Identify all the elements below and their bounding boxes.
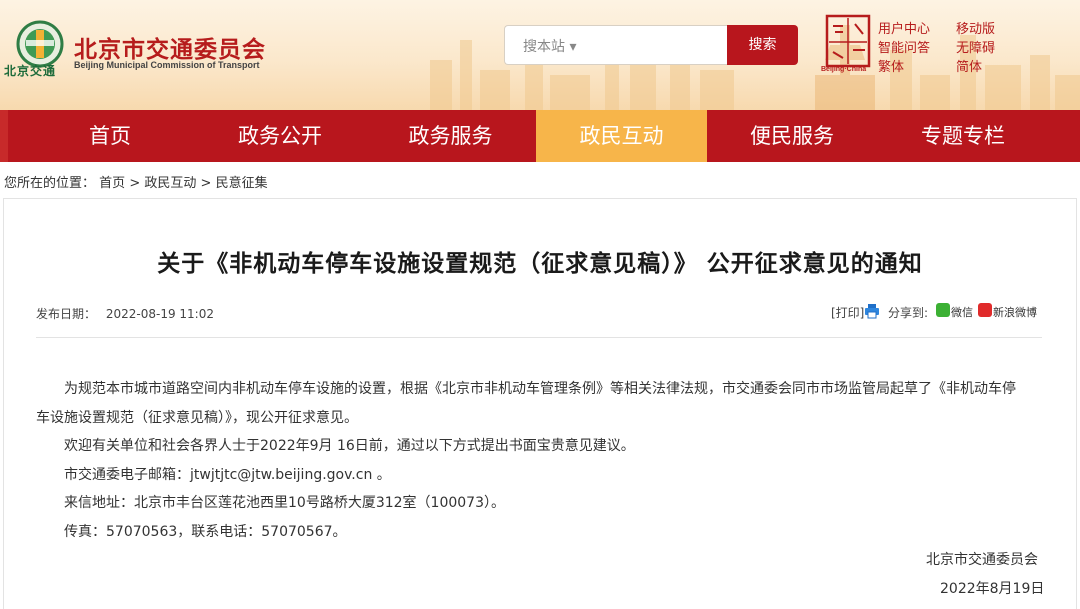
- publish-date-label: 发布日期：: [36, 307, 97, 321]
- paragraph-invitation: 欢迎有关单位和社会各界人士于2022年9月 16日前，通过以下方式提出书面宝贵意…: [64, 438, 635, 454]
- publish-date: 发布日期： 2022-08-19 11:02: [36, 305, 214, 322]
- site-title[interactable]: 北京市交通委员会: [74, 30, 266, 64]
- nav-item-home[interactable]: 首页: [25, 110, 195, 162]
- search-input[interactable]: 搜本站 ▾: [504, 25, 728, 65]
- nav-item-public-interaction[interactable]: 政民互动: [536, 110, 707, 162]
- paragraph-email: 市交通委电子邮箱：jtwjtjtc@jtw.beijing.gov.cn 。: [64, 467, 391, 483]
- breadcrumb-separator: >: [200, 176, 212, 191]
- smart-qa-link[interactable]: 智能问答: [878, 37, 930, 56]
- nav-item-gov-affairs-open[interactable]: 政务公开: [195, 110, 365, 162]
- share-wechat-link[interactable]: 微信: [951, 304, 973, 320]
- share-weibo-link[interactable]: 新浪微博: [993, 304, 1037, 320]
- capital-logo-caption: Beijing·China: [821, 66, 867, 73]
- paragraph-fax-phone: 传真：57070563，联系电话：57070567。: [64, 524, 347, 540]
- article-title: 关于《非机动车停车设施设置规范（征求意见稿）》 公开征求意见的通知: [157, 251, 923, 277]
- publish-date-value: 2022-08-19 11:02: [105, 307, 214, 321]
- nav-item-gov-services[interactable]: 政务服务: [365, 110, 536, 162]
- accessibility-link[interactable]: 无障碍: [956, 37, 995, 56]
- signature-organization: 北京市交通委员会: [926, 552, 1038, 568]
- main-nav: 首页 政务公开 政务服务 政民互动 便民服务 专题专栏: [0, 110, 1080, 162]
- printer-icon[interactable]: [864, 303, 880, 319]
- search-button[interactable]: 搜索: [727, 25, 798, 65]
- nav-item-special-topics[interactable]: 专题专栏: [877, 110, 1049, 162]
- traditional-chinese-link[interactable]: 繁体: [878, 56, 904, 75]
- wechat-icon[interactable]: [936, 303, 950, 317]
- paragraph-intro-line2: 车设施设置规范（征求意见稿）》，现公开征求意见。: [36, 410, 358, 426]
- user-center-link[interactable]: 用户中心: [878, 18, 930, 37]
- site-title-english: Beijing Municipal Commission of Transpor…: [74, 60, 260, 70]
- weibo-icon[interactable]: [978, 303, 992, 317]
- site-header: 北京交通 北京市交通委员会 Beijing Municipal Commissi…: [0, 0, 1080, 110]
- mobile-version-link[interactable]: 移动版: [956, 18, 995, 37]
- signature-date: 2022年8月19日: [940, 581, 1045, 597]
- content-divider: [36, 337, 1042, 338]
- paragraph-address: 来信地址：北京市丰台区莲花池西里10号路桥大厦312室（100073）。: [64, 495, 505, 511]
- nav-item-convenience-services[interactable]: 便民服务: [707, 110, 877, 162]
- breadcrumb-home[interactable]: 首页: [99, 176, 125, 191]
- share-label: 分享到:: [888, 306, 929, 320]
- breadcrumb-public-interaction[interactable]: 政民互动: [144, 176, 196, 191]
- breadcrumb: 您所在的位置： 首页 > 政民互动 > 民意征集: [4, 172, 268, 191]
- breadcrumb-opinion-collection[interactable]: 民意征集: [216, 176, 268, 191]
- logo-text: 北京交通: [4, 64, 57, 78]
- nav-edge-decoration: [0, 110, 8, 162]
- capital-window-logo[interactable]: [823, 12, 873, 72]
- simplified-chinese-link[interactable]: 简体: [956, 56, 982, 75]
- breadcrumb-separator: >: [129, 176, 141, 191]
- breadcrumb-prefix: 您所在的位置：: [4, 176, 96, 191]
- print-link[interactable]: [打印]: [831, 304, 864, 321]
- paragraph-intro-line1: 为规范本市城市道路空间内非机动车停车设施的设置，根据《北京市非机动车管理条例》等…: [64, 381, 1016, 397]
